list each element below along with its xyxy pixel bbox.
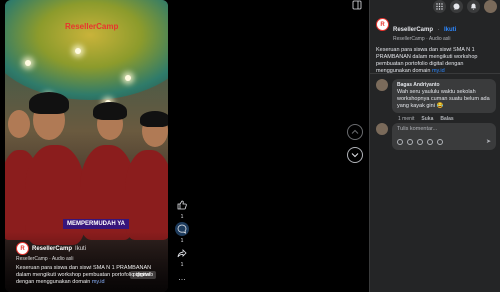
messenger-icon [453, 3, 460, 10]
share-button[interactable] [175, 246, 189, 260]
chevron-down-icon [351, 153, 359, 158]
person [125, 150, 168, 240]
comment-time[interactable]: 1 menit [398, 116, 414, 122]
comment-author[interactable]: Bagas Andriyanto [397, 82, 491, 88]
video-caption: MEMPERMUDAH YA [63, 219, 130, 229]
comment-input[interactable]: Tulis komentar... ➤ [392, 123, 496, 150]
commenter-avatar[interactable] [376, 79, 388, 91]
comment-icon [177, 224, 187, 234]
comment-count: 1 [180, 238, 184, 244]
messenger-button[interactable] [450, 0, 463, 13]
reel-video[interactable]: ResellerCamp MEMPERMUDAH YA R ResellerCa… [5, 0, 168, 292]
send-button[interactable]: ➤ [486, 138, 491, 145]
collapse-panel-icon[interactable] [352, 0, 362, 10]
video-ceiling [5, 0, 168, 100]
grid-menu-icon [436, 3, 443, 10]
comment-bubble: Bagas Andriyanto Wah seru yaululu waktu … [392, 79, 496, 113]
bell-icon [470, 3, 477, 10]
description-text: Keseruan para siswa dan siswi SMA N 1 PR… [376, 47, 478, 74]
share-icon [177, 249, 187, 258]
person-hair [140, 111, 168, 127]
share-count: 1 [180, 262, 184, 268]
comment-text: Wah seru yaululu waktu sekolah workshopn… [397, 89, 490, 109]
reel-viewer: ResellerCamp MEMPERMUDAH YA R ResellerCa… [0, 0, 500, 292]
comment-item: Bagas Andriyanto Wah seru yaululu waktu … [376, 79, 496, 122]
more-icon: … [178, 272, 186, 282]
more-button[interactable]: … [175, 270, 189, 284]
next-reel-button[interactable] [347, 147, 363, 163]
like-comment-button[interactable]: Suka [421, 116, 433, 122]
like-count: 1 [180, 214, 184, 220]
post-description: Keseruan para siswa dan siswi SMA N 1 PR… [376, 47, 496, 75]
follow-button[interactable]: Ikuti [75, 246, 86, 252]
ceiling-light [75, 48, 81, 54]
divider [370, 73, 500, 74]
gif-icon[interactable] [427, 138, 433, 145]
avatar-sticker-icon[interactable] [397, 138, 403, 145]
like-button[interactable] [175, 198, 189, 212]
comment-input-placeholder: Tulis komentar... [397, 126, 438, 132]
person [25, 145, 85, 245]
page-avatar[interactable]: R [376, 18, 389, 31]
composer-tools: ➤ [397, 138, 491, 145]
notifications-button[interactable] [467, 0, 480, 13]
domain-link[interactable]: my.id [92, 279, 105, 285]
chevron-up-icon [351, 129, 359, 134]
video-badge: pigmweb [129, 271, 156, 279]
top-bar [433, 0, 500, 13]
person-hair [29, 92, 69, 114]
profile-avatar[interactable] [484, 0, 497, 13]
user-avatar [376, 123, 388, 135]
page-avatar[interactable]: R [16, 242, 29, 255]
reactions-rail: 1 1 1 … [174, 198, 190, 284]
post-header: R ResellerCamp · Ikuti ResellerCamp · Au… [376, 18, 496, 75]
ceiling-light [25, 60, 31, 66]
previous-reel-button[interactable] [347, 124, 363, 140]
person-hair [93, 102, 127, 120]
camera-icon[interactable] [417, 138, 423, 145]
audio-label[interactable]: ResellerCamp · Audio asli [393, 36, 456, 42]
separator: · [437, 27, 440, 33]
video-post-info: R ResellerCamp Ikuti ResellerCamp · Audi… [16, 242, 166, 286]
page-name[interactable]: ResellerCamp [393, 27, 433, 33]
sticker-icon[interactable] [437, 138, 443, 145]
menu-button[interactable] [433, 0, 446, 13]
comment-actions: 1 menit Suka Balas [398, 116, 496, 122]
page-name[interactable]: ResellerCamp [32, 246, 72, 252]
person-head [8, 110, 30, 138]
comment-button[interactable] [175, 222, 189, 236]
reply-button[interactable]: Balas [440, 116, 453, 122]
brand-logo: ResellerCamp [65, 22, 119, 31]
comment-composer: Tulis komentar... ➤ [376, 123, 496, 150]
ceiling-light [125, 75, 131, 81]
follow-button[interactable]: Ikuti [444, 27, 456, 33]
thumbs-up-icon [177, 200, 187, 210]
emoji-icon[interactable] [407, 138, 413, 145]
comments-panel: R ResellerCamp · Ikuti ResellerCamp · Au… [369, 0, 500, 292]
audio-label[interactable]: ResellerCamp · Audio asli [16, 256, 166, 262]
